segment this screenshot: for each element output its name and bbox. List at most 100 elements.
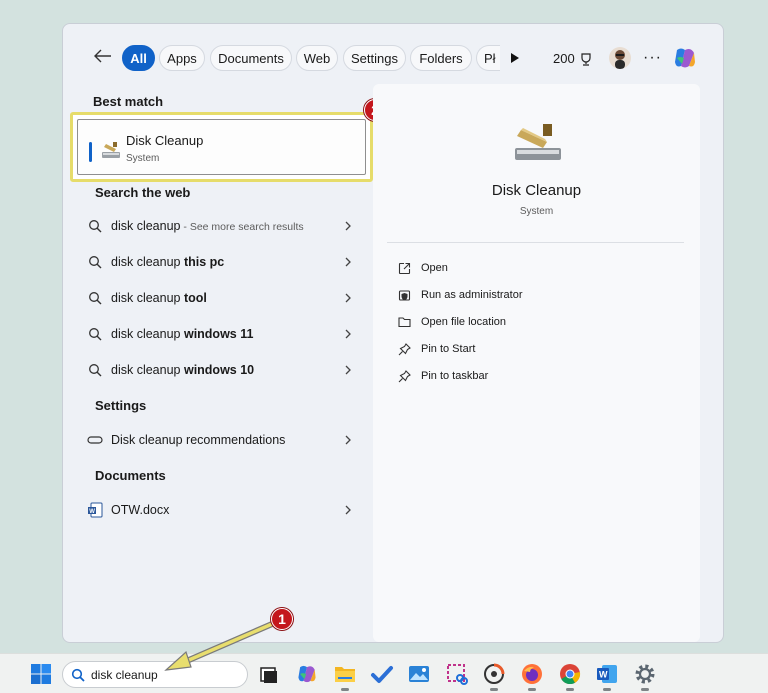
running-indicator — [341, 688, 349, 691]
action-run-as-admin[interactable]: Run as administrator — [397, 284, 523, 306]
rewards-points[interactable]: 200 — [553, 51, 593, 66]
chevron-right-icon — [345, 365, 351, 375]
pin-icon — [397, 369, 411, 383]
web-result-text: disk cleanup — [111, 363, 184, 377]
web-result-row[interactable]: disk cleanup windows 10 — [85, 355, 353, 385]
web-result-text: disk cleanup — [111, 219, 181, 233]
chevron-right-icon — [345, 435, 351, 445]
settings-gear-icon[interactable] — [633, 662, 657, 691]
running-indicator — [566, 688, 574, 691]
running-indicator — [528, 688, 536, 691]
folder-icon — [397, 315, 411, 329]
web-result-row[interactable]: disk cleanup - See more search results — [85, 211, 353, 241]
web-result-text: disk cleanup — [111, 327, 184, 341]
preview-pane: Disk Cleanup System Open Run as administ… — [373, 84, 700, 642]
user-avatar[interactable] — [609, 47, 631, 69]
filter-bar: All Apps Documents Web Settings Folders … — [63, 24, 725, 84]
open-icon — [397, 261, 411, 275]
tab-folders[interactable]: Folders — [410, 45, 472, 71]
preview-subtitle: System — [519, 206, 554, 217]
copilot-app-icon[interactable] — [295, 662, 319, 686]
tab-all[interactable]: All — [122, 45, 155, 71]
windows-start-icon[interactable] — [30, 663, 52, 685]
document-result-row[interactable]: W OTW.docx — [85, 495, 353, 525]
word-document-icon: W — [85, 502, 105, 518]
settings-result-row[interactable]: Disk cleanup recommendations — [85, 425, 353, 455]
tab-documents[interactable]: Documents — [210, 45, 292, 71]
settings-heading: Settings — [95, 398, 147, 413]
tab-photos-truncated[interactable]: Pł — [476, 45, 500, 71]
action-pin-to-taskbar[interactable]: Pin to taskbar — [397, 365, 488, 387]
step-badge-1: 1 — [271, 608, 293, 630]
play-icon[interactable] — [509, 51, 523, 65]
search-icon — [85, 326, 105, 342]
best-match-highlight: Disk Cleanup System — [70, 112, 373, 182]
search-icon — [85, 362, 105, 378]
web-result-bold: windows 10 — [183, 363, 255, 377]
preview-title: Disk Cleanup — [491, 182, 582, 199]
svg-text:W: W — [599, 670, 608, 680]
taskbar-search-box[interactable] — [62, 661, 248, 688]
chevron-right-icon — [345, 329, 351, 339]
chevron-right-icon — [345, 505, 351, 515]
camera-app-icon[interactable] — [482, 662, 506, 691]
todo-icon[interactable] — [370, 662, 394, 686]
web-result-row[interactable]: disk cleanup windows 11 — [85, 319, 353, 349]
action-open-file-location[interactable]: Open file location — [397, 311, 506, 333]
firefox-icon[interactable] — [520, 662, 544, 691]
document-result-text: OTW.docx — [111, 503, 170, 517]
back-button[interactable] — [91, 44, 115, 68]
task-view-icon[interactable] — [257, 662, 281, 686]
action-pin-to-taskbar-label: Pin to taskbar — [421, 370, 489, 382]
word-icon[interactable]: W — [595, 662, 619, 691]
chevron-right-icon — [345, 293, 351, 303]
action-pin-to-start-label: Pin to Start — [421, 343, 476, 355]
trophy-icon — [581, 52, 591, 66]
more-options-icon[interactable]: ··· — [643, 49, 662, 67]
back-arrow-icon — [94, 49, 111, 63]
web-result-bold: windows 11 — [183, 327, 254, 341]
chevron-right-icon — [345, 257, 351, 267]
web-result-bold: tool — [183, 291, 207, 305]
taskbar-search-input[interactable] — [91, 667, 241, 682]
disk-cleanup-icon — [100, 140, 122, 160]
storage-icon — [85, 432, 105, 448]
shield-icon — [397, 288, 411, 302]
best-match-item[interactable]: Disk Cleanup System — [77, 119, 366, 175]
best-match-subtitle: System — [126, 153, 160, 164]
web-result-bold: this pc — [183, 255, 225, 269]
preview-divider — [387, 242, 684, 243]
search-icon — [85, 254, 105, 270]
svg-text:W: W — [89, 509, 95, 515]
search-icon — [85, 218, 105, 234]
running-indicator — [641, 688, 649, 691]
running-indicator — [490, 688, 498, 691]
snipping-tool-icon[interactable] — [445, 662, 469, 686]
action-open-file-location-label: Open file location — [421, 316, 506, 328]
disk-cleanup-large-icon — [511, 122, 565, 162]
action-open-label: Open — [421, 262, 448, 274]
tab-web[interactable]: Web — [296, 45, 338, 71]
pin-icon — [397, 342, 411, 356]
web-result-row[interactable]: disk cleanup tool — [85, 283, 353, 313]
web-result-text: disk cleanup — [111, 255, 184, 269]
copilot-icon[interactable] — [671, 44, 699, 72]
photos-icon[interactable] — [407, 662, 431, 686]
web-result-text: disk cleanup — [111, 291, 184, 305]
web-result-row[interactable]: disk cleanup this pc — [85, 247, 353, 277]
search-icon — [85, 290, 105, 306]
action-pin-to-start[interactable]: Pin to Start — [397, 338, 475, 360]
documents-heading: Documents — [95, 468, 166, 483]
start-search-panel: All Apps Documents Web Settings Folders … — [62, 23, 724, 643]
action-open[interactable]: Open — [397, 257, 448, 279]
running-indicator — [603, 688, 611, 691]
search-web-heading: Search the web — [95, 185, 191, 200]
file-explorer-icon[interactable] — [333, 662, 357, 691]
chrome-icon[interactable] — [558, 662, 582, 691]
settings-result-text: Disk cleanup recommendations — [111, 433, 286, 447]
tab-apps[interactable]: Apps — [159, 45, 205, 71]
best-match-heading: Best match — [93, 94, 164, 109]
selection-indicator — [89, 142, 92, 162]
tab-settings[interactable]: Settings — [343, 45, 406, 71]
web-result-hint: - See more search results — [180, 221, 304, 233]
